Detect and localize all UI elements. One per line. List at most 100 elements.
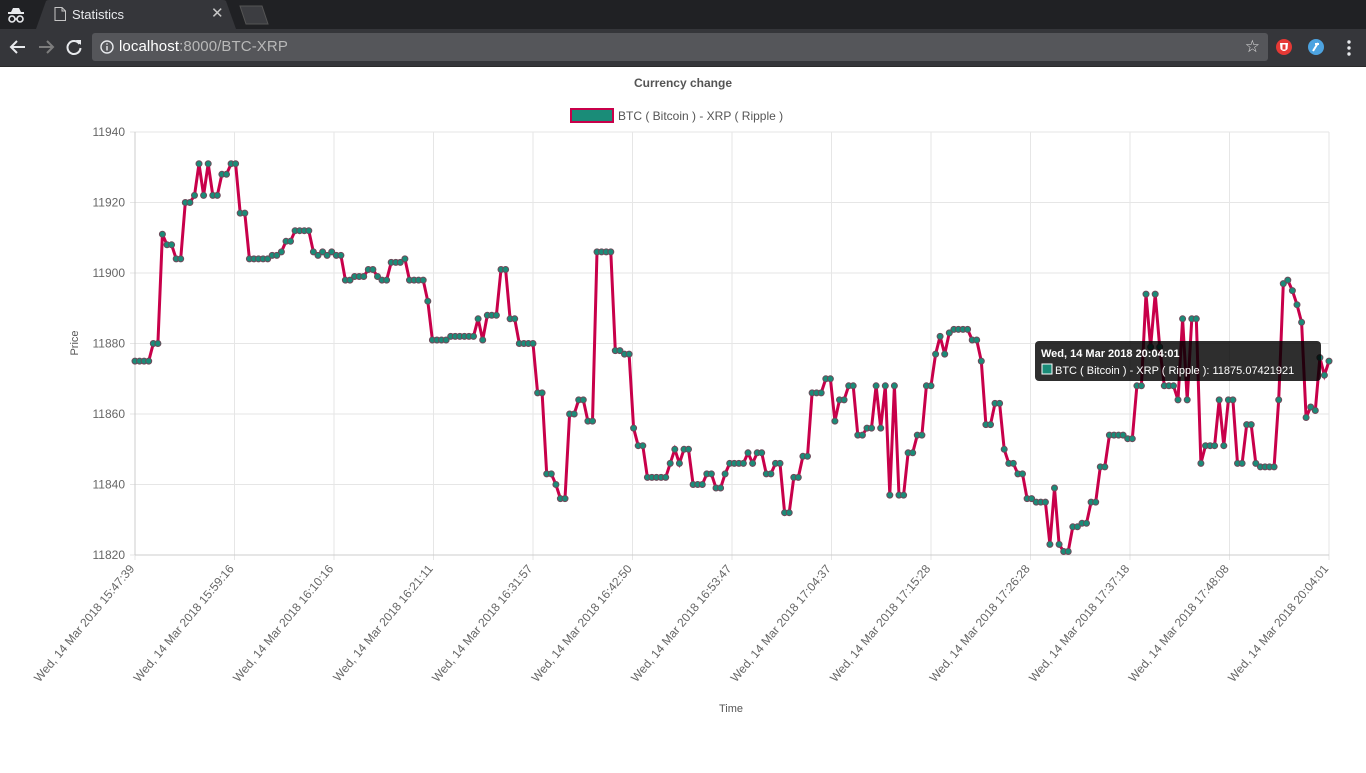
data-point[interactable] <box>511 315 519 323</box>
data-point[interactable] <box>721 470 729 478</box>
data-point[interactable] <box>826 375 834 383</box>
data-point[interactable] <box>625 350 633 358</box>
data-point[interactable] <box>707 470 715 478</box>
data-point[interactable] <box>287 237 294 245</box>
data-point[interactable] <box>145 357 153 365</box>
data-point[interactable] <box>717 484 725 492</box>
data-point[interactable] <box>479 336 487 344</box>
data-point[interactable] <box>639 442 647 450</box>
data-point[interactable] <box>1197 459 1205 467</box>
data-point[interactable] <box>502 266 510 273</box>
data-point[interactable] <box>1298 318 1306 326</box>
data-point[interactable] <box>1220 442 1228 450</box>
data-point[interactable] <box>232 160 240 168</box>
data-point[interactable] <box>840 396 848 404</box>
data-point[interactable] <box>987 421 994 429</box>
data-point[interactable] <box>758 449 766 457</box>
data-point[interactable] <box>749 459 757 467</box>
data-point[interactable] <box>794 473 802 481</box>
data-point[interactable] <box>419 276 427 284</box>
data-point[interactable] <box>744 449 752 457</box>
data-point[interactable] <box>1151 290 1159 298</box>
data-point[interactable] <box>685 445 692 453</box>
data-point[interactable] <box>1238 459 1246 467</box>
data-point[interactable] <box>941 350 949 358</box>
data-point[interactable] <box>698 481 706 488</box>
data-point[interactable] <box>1046 540 1054 548</box>
data-point[interactable] <box>337 251 345 259</box>
data-point[interactable] <box>474 315 482 323</box>
back-icon[interactable] <box>8 37 28 57</box>
data-point[interactable] <box>191 191 198 199</box>
data-point[interactable] <box>195 160 203 168</box>
data-point[interactable] <box>607 248 615 256</box>
data-point[interactable] <box>666 459 674 467</box>
menu-kebab-icon[interactable] <box>1340 38 1358 58</box>
data-point[interactable] <box>1325 357 1333 365</box>
extension-icon[interactable] <box>1307 38 1325 56</box>
data-point[interactable] <box>817 389 825 397</box>
data-point[interactable] <box>1019 470 1026 478</box>
data-point[interactable] <box>868 424 875 432</box>
data-point[interactable] <box>936 332 944 340</box>
data-point[interactable] <box>1137 382 1145 390</box>
data-point[interactable] <box>776 459 784 467</box>
data-point[interactable] <box>964 325 972 333</box>
data-point[interactable] <box>1128 435 1136 443</box>
data-point[interactable] <box>886 491 894 499</box>
data-point[interactable] <box>305 227 313 235</box>
data-point[interactable] <box>662 473 670 481</box>
data-point[interactable] <box>804 452 811 460</box>
data-point[interactable] <box>996 399 1004 407</box>
data-point[interactable] <box>858 431 866 439</box>
data-point[interactable] <box>785 509 793 517</box>
data-point[interactable] <box>401 255 409 263</box>
data-point[interactable] <box>1101 463 1109 471</box>
data-point[interactable] <box>671 445 679 453</box>
data-point[interactable] <box>1170 382 1177 390</box>
bookmark-star-icon[interactable]: ☆ <box>1245 37 1260 57</box>
data-point[interactable] <box>186 199 194 206</box>
data-point[interactable] <box>890 382 898 390</box>
data-point[interactable] <box>1302 414 1310 421</box>
data-point[interactable] <box>767 470 775 478</box>
data-point[interactable] <box>1229 396 1237 404</box>
data-point[interactable] <box>1064 548 1072 555</box>
data-point[interactable] <box>675 459 683 467</box>
data-point[interactable] <box>831 417 839 425</box>
data-point[interactable] <box>1293 301 1301 309</box>
data-point[interactable] <box>1174 396 1182 404</box>
data-point[interactable] <box>1215 396 1223 404</box>
new-tab-button[interactable] <box>236 5 272 25</box>
data-point[interactable] <box>470 332 477 340</box>
data-point[interactable] <box>589 417 596 425</box>
tab-close-icon[interactable]: ✕ <box>211 6 224 22</box>
data-point[interactable] <box>881 382 889 390</box>
data-point[interactable] <box>927 382 935 390</box>
info-icon[interactable] <box>100 40 114 54</box>
data-point[interactable] <box>1320 371 1328 379</box>
data-point[interactable] <box>213 191 221 199</box>
data-point[interactable] <box>561 495 569 503</box>
data-point[interactable] <box>204 160 212 168</box>
address-bar[interactable]: localhost:8000/BTC-XRP ☆ <box>92 33 1268 61</box>
data-point[interactable] <box>200 191 208 199</box>
data-point[interactable] <box>1179 315 1187 323</box>
ublock-extension-icon[interactable] <box>1275 38 1293 56</box>
data-point[interactable] <box>1247 421 1255 429</box>
data-point[interactable] <box>1000 445 1008 453</box>
data-point[interactable] <box>918 431 926 439</box>
data-point[interactable] <box>849 382 857 390</box>
data-point[interactable] <box>538 389 546 397</box>
data-point[interactable] <box>1092 498 1100 506</box>
reload-icon[interactable] <box>64 37 84 57</box>
data-point[interactable] <box>1055 540 1063 548</box>
data-point[interactable] <box>552 481 560 488</box>
data-point[interactable] <box>1183 396 1191 404</box>
data-point[interactable] <box>1009 459 1017 467</box>
data-point[interactable] <box>570 410 578 418</box>
data-point[interactable] <box>1211 442 1219 450</box>
data-point[interactable] <box>739 459 747 467</box>
data-point[interactable] <box>177 255 185 263</box>
data-point[interactable] <box>369 266 377 273</box>
